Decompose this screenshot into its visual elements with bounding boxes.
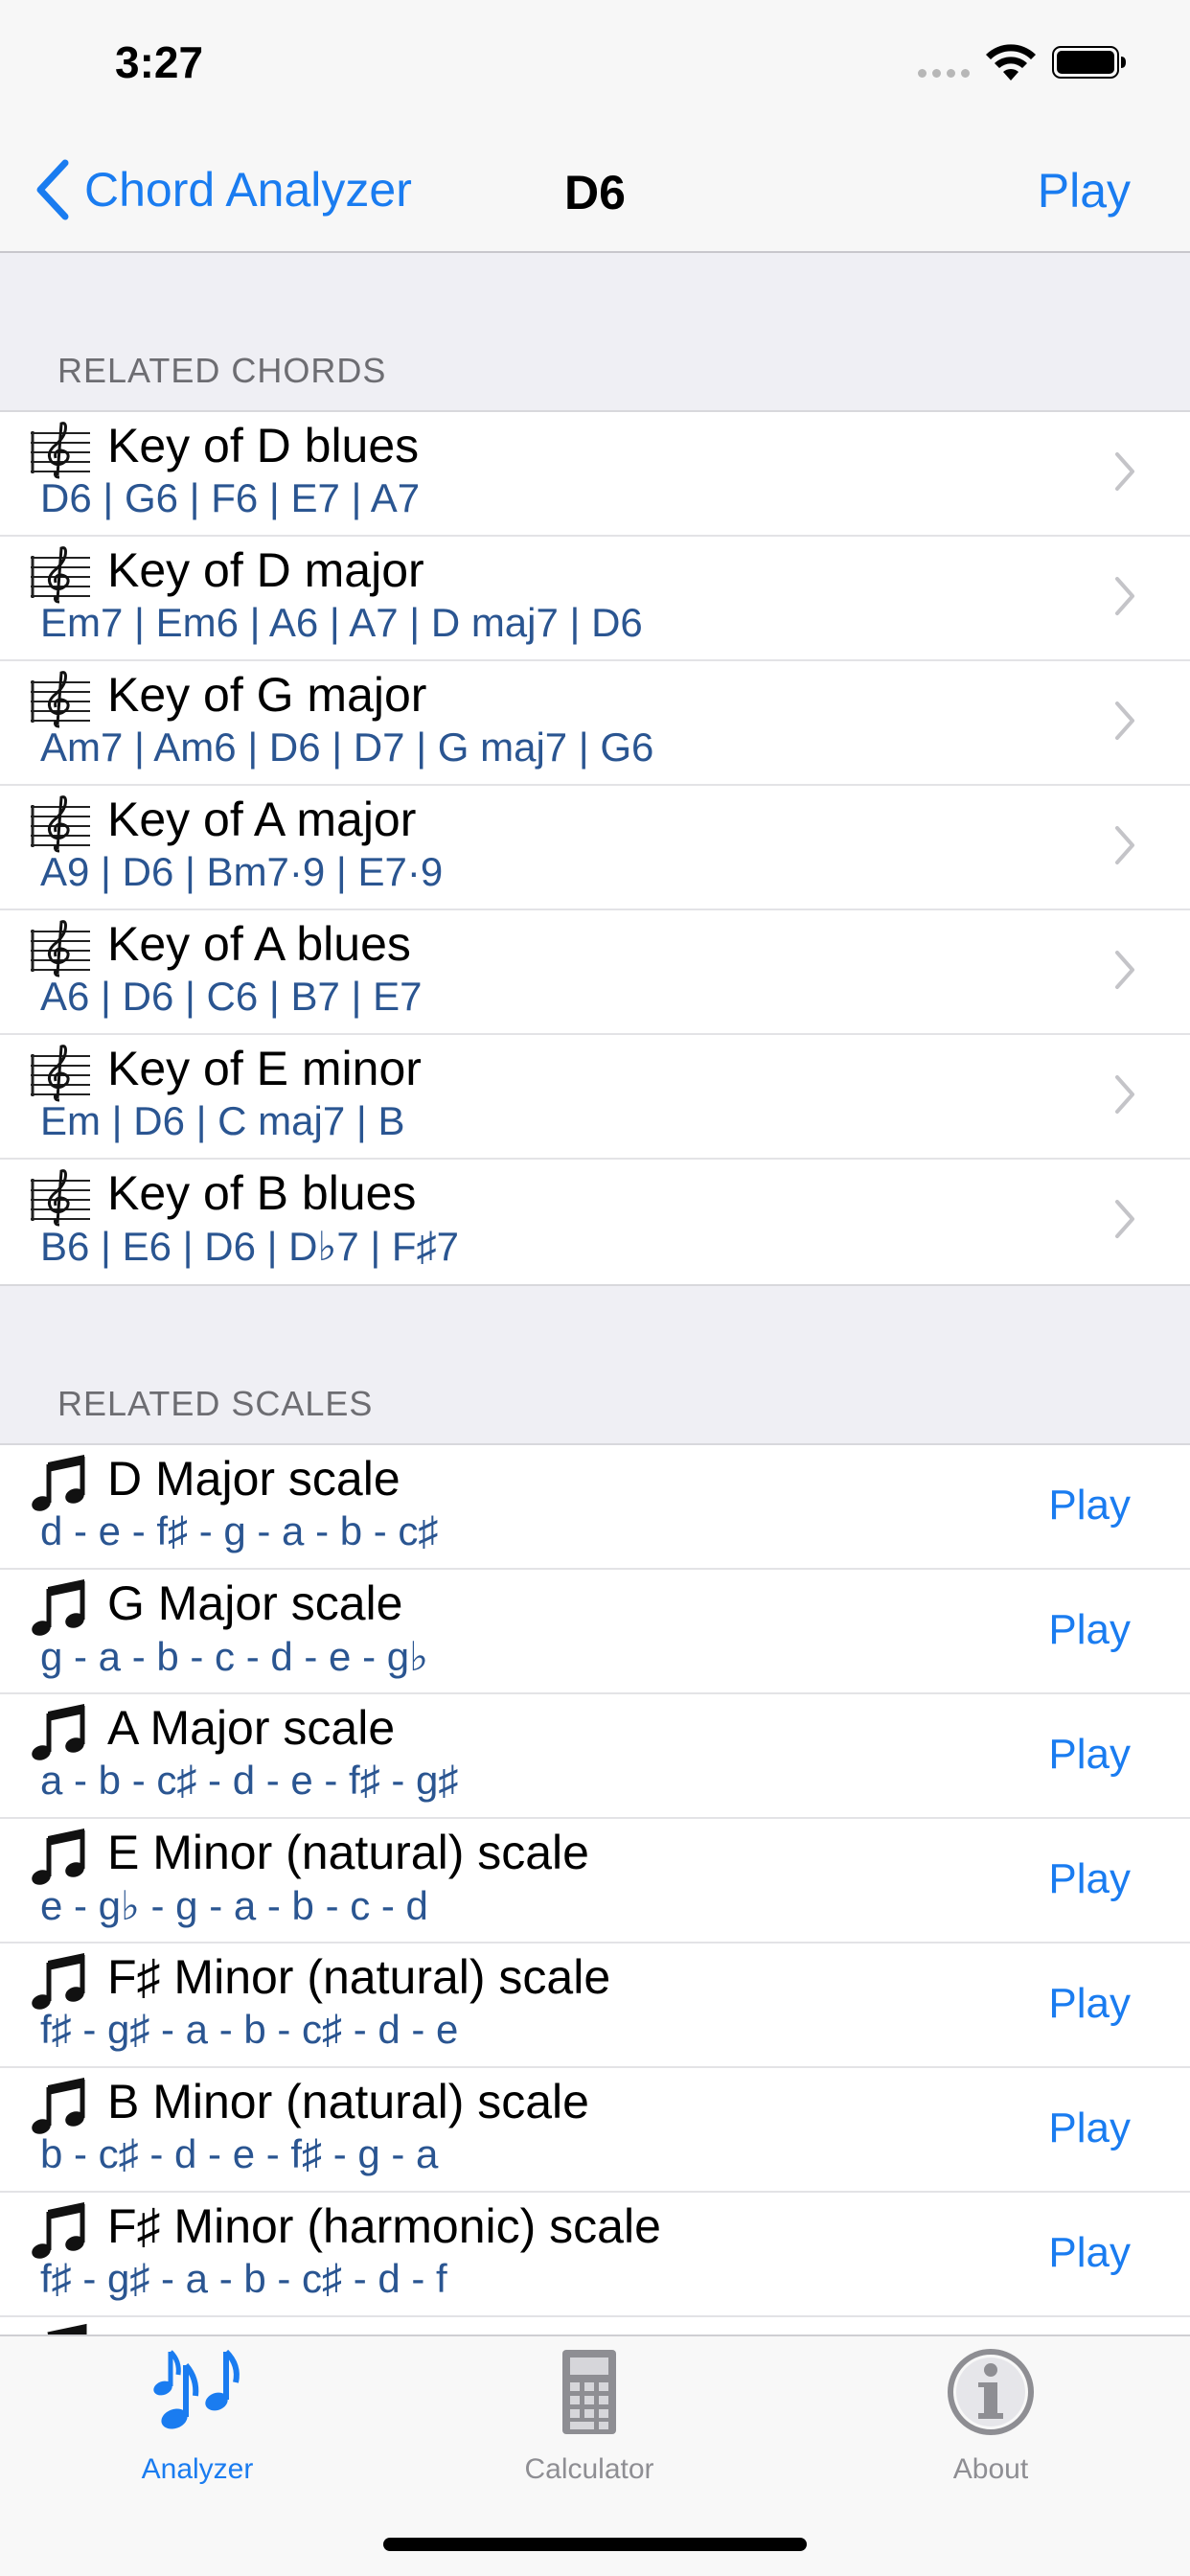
scale-notes: e - g♭ - g - a - b - c - d — [40, 1883, 428, 1928]
play-scale-button[interactable]: Play — [1048, 2104, 1131, 2152]
play-scale-button[interactable]: Play — [1048, 1855, 1131, 1903]
tab-analyzer[interactable]: Analyzer — [82, 2336, 312, 2499]
treble-clef-staff-icon — [31, 422, 90, 479]
music-note-icon — [32, 1953, 85, 2010]
list-item[interactable]: E Minor (natural) scale e - g♭ - g - a - … — [0, 1819, 1190, 1944]
related-scales-list: D Major scale d - e - f♯ - g - a - b - c♯… — [0, 1443, 1190, 2375]
tab-label: Analyzer — [141, 2453, 254, 2485]
info-icon — [948, 2349, 1034, 2435]
tab-calculator[interactable]: Calculator — [474, 2336, 704, 2499]
chevron-right-icon — [1115, 1075, 1134, 1114]
music-note-icon — [32, 1455, 85, 1511]
scale-notes: f♯ - g♯ - a - b - c♯ - d - f — [40, 2256, 447, 2301]
play-scale-button[interactable]: Play — [1048, 1606, 1131, 1654]
related-chords-header: RELATED CHORDS — [57, 351, 387, 390]
chevron-right-icon — [1115, 452, 1134, 491]
scale-notes: g - a - b - c - d - e - g♭ — [40, 1634, 428, 1679]
tab-label: Calculator — [524, 2453, 654, 2485]
home-indicator[interactable] — [383, 2538, 807, 2551]
music-note-icon — [32, 1579, 85, 1636]
cellular-signal-icon — [918, 69, 970, 78]
scale-title: A Major scale — [107, 1701, 396, 1755]
chord-progression: Em7 | Em6 | A6 | A7 | D maj7 | D6 — [40, 600, 643, 645]
list-item[interactable]: D Major scale d - e - f♯ - g - a - b - c♯… — [0, 1445, 1190, 1570]
wifi-icon — [986, 44, 1036, 80]
key-title: Key of A major — [107, 793, 417, 846]
tab-label: About — [952, 2453, 1029, 2485]
play-scale-button[interactable]: Play — [1048, 1980, 1131, 2028]
scale-title: G Major scale — [107, 1576, 403, 1630]
scale-notes: a - b - c♯ - d - e - f♯ - g♯ — [40, 1758, 459, 1803]
music-note-icon — [32, 2078, 85, 2134]
back-button-label: Chord Analyzer — [84, 163, 412, 217]
chord-detail-screen: 3:27 Chord Analyzer D6 Play RELATED CHOR… — [0, 0, 1190, 2576]
key-title: Key of D blues — [107, 419, 420, 472]
chord-progression: D6 | G6 | F6 | E7 | A7 — [40, 475, 421, 520]
list-item[interactable]: F♯ Minor (natural) scale f♯ - g♯ - a - b … — [0, 1944, 1190, 2068]
list-item[interactable]: Key of A blues A6 | D6 | C6 | B7 | E7 — [0, 910, 1190, 1035]
treble-clef-staff-icon — [31, 671, 90, 728]
scale-notes: f♯ - g♯ - a - b - c♯ - d - e — [40, 2007, 459, 2052]
chevron-right-icon — [1115, 826, 1134, 864]
scale-title: D Major scale — [107, 1452, 400, 1506]
list-item[interactable]: B Minor (natural) scale b - c♯ - d - e - … — [0, 2068, 1190, 2193]
list-item[interactable]: A Major scale a - b - c♯ - d - e - f♯ - g… — [0, 1694, 1190, 1819]
list-item[interactable]: Key of A major A9 | D6 | Bm7·9 | E7·9 — [0, 786, 1190, 910]
chevron-right-icon — [1115, 951, 1134, 989]
navigation-bar: Chord Analyzer D6 Play — [0, 126, 1190, 253]
chevron-left-icon — [36, 159, 69, 220]
music-note-icon — [32, 1828, 85, 1885]
chord-progression: A9 | D6 | Bm7·9 | E7·9 — [40, 849, 444, 894]
play-chord-button[interactable]: Play — [1038, 163, 1131, 218]
list-item[interactable]: F♯ Minor (harmonic) scale f♯ - g♯ - a - b… — [0, 2193, 1190, 2317]
chord-progression: B6 | E6 | D6 | D♭7 | F♯7 — [40, 1224, 459, 1269]
play-scale-button[interactable]: Play — [1048, 2229, 1131, 2277]
chord-progression: Am7 | Am6 | D6 | D7 | G maj7 | G6 — [40, 724, 654, 770]
status-time: 3:27 — [115, 37, 204, 87]
music-note-icon — [32, 1704, 85, 1760]
play-scale-button[interactable]: Play — [1048, 1482, 1131, 1530]
related-scales-header: RELATED SCALES — [57, 1384, 374, 1423]
chevron-right-icon — [1115, 577, 1134, 615]
key-title: Key of E minor — [107, 1042, 422, 1095]
battery-icon — [1052, 46, 1126, 79]
chord-progression: A6 | D6 | C6 | B7 | E7 — [40, 974, 423, 1019]
scale-title: E Minor (natural) scale — [107, 1826, 589, 1879]
key-title: Key of G major — [107, 668, 427, 722]
music-notes-icon — [153, 2349, 240, 2429]
tab-about[interactable]: About — [876, 2336, 1106, 2499]
chevron-right-icon — [1115, 702, 1134, 740]
back-button[interactable]: Chord Analyzer — [34, 155, 412, 224]
list-item[interactable]: G Major scale g - a - b - c - d - e - g♭ P… — [0, 1570, 1190, 1694]
treble-clef-staff-icon — [31, 1045, 90, 1102]
chord-progression: Em | D6 | C maj7 | B — [40, 1098, 405, 1143]
calculator-icon — [562, 2350, 616, 2434]
key-title: Key of D major — [107, 543, 424, 597]
chevron-right-icon — [1115, 1200, 1134, 1238]
treble-clef-staff-icon — [31, 920, 90, 978]
list-item[interactable]: Key of D major Em7 | Em6 | A6 | A7 | D ma… — [0, 537, 1190, 661]
list-item[interactable]: Key of D blues D6 | G6 | F6 | E7 | A7 — [0, 412, 1190, 537]
key-title: Key of A blues — [107, 917, 411, 971]
scale-title: B Minor (natural) scale — [107, 2075, 589, 2128]
related-chords-list: Key of D blues D6 | G6 | F6 | E7 | A7 Key … — [0, 410, 1190, 1286]
scale-title: F♯ Minor (harmonic) scale — [107, 2199, 661, 2253]
music-note-icon — [32, 2202, 85, 2259]
page-title: D6 — [564, 166, 626, 219]
key-title: Key of B blues — [107, 1166, 417, 1220]
scale-notes: b - c♯ - d - e - f♯ - g - a — [40, 2131, 439, 2176]
treble-clef-staff-icon — [31, 546, 90, 604]
treble-clef-staff-icon — [31, 795, 90, 853]
scale-title: F♯ Minor (natural) scale — [107, 1950, 611, 2004]
status-bar: 3:27 — [0, 0, 1190, 126]
list-item[interactable]: Key of B blues B6 | E6 | D6 | D♭7 | F♯7 — [0, 1160, 1190, 1284]
scale-notes: d - e - f♯ - g - a - b - c♯ — [40, 1508, 439, 1553]
play-scale-button[interactable]: Play — [1048, 1731, 1131, 1779]
list-item[interactable]: Key of G major Am7 | Am6 | D6 | D7 | G ma… — [0, 661, 1190, 786]
treble-clef-staff-icon — [31, 1169, 90, 1227]
list-item[interactable]: Key of E minor Em | D6 | C maj7 | B — [0, 1035, 1190, 1160]
